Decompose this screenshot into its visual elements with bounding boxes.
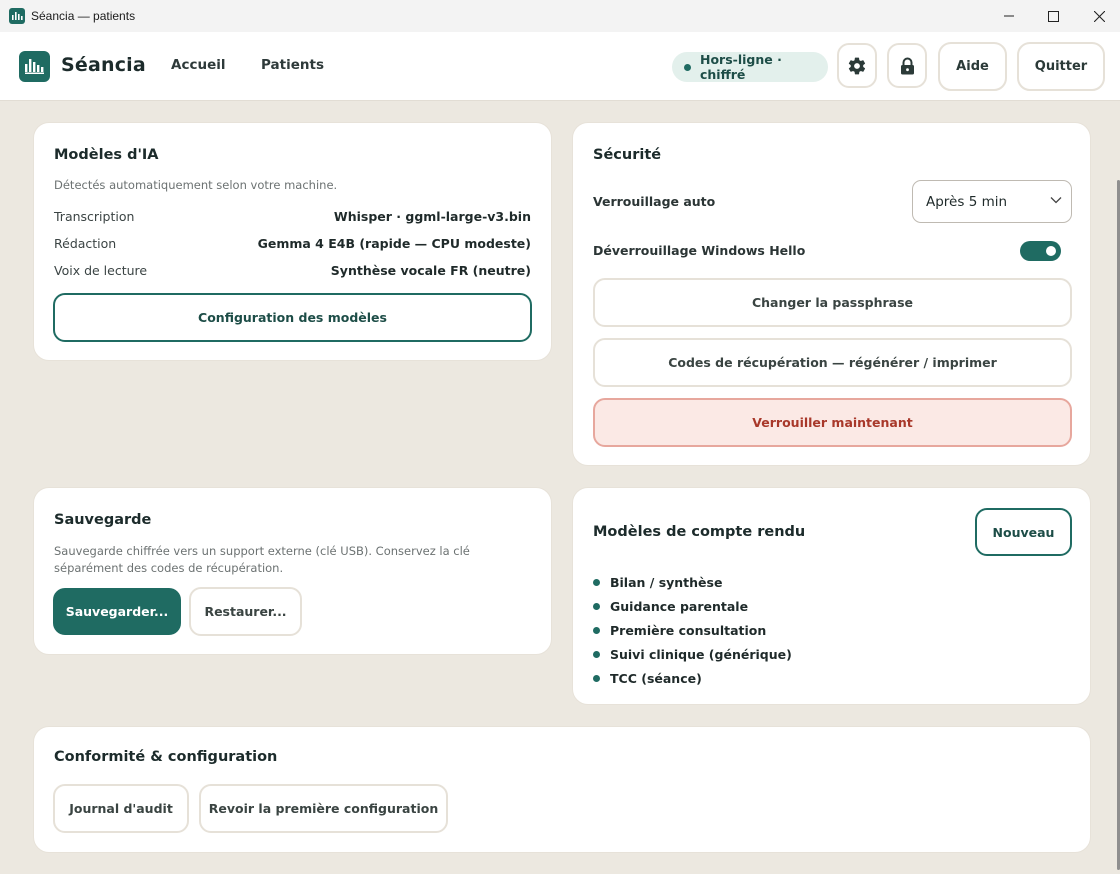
autolock-select[interactable]: Après 5 min xyxy=(912,180,1072,223)
template-item-label: TCC (séance) xyxy=(610,670,702,686)
ai-models-title: Modèles d'IA xyxy=(54,147,159,163)
minimize-icon xyxy=(1004,15,1014,17)
window-titlebar: Séancia — patients xyxy=(0,0,1120,32)
settings-button[interactable] xyxy=(837,43,877,88)
template-item[interactable]: TCC (séance) xyxy=(593,666,792,690)
template-item-label: Guidance parentale xyxy=(610,598,749,614)
help-button[interactable]: Aide xyxy=(938,42,1007,91)
status-dot xyxy=(684,63,691,71)
autolock-label: Verrouillage auto xyxy=(593,194,716,209)
bullet-icon xyxy=(593,626,600,634)
nav-patients[interactable]: Patients xyxy=(261,57,324,73)
template-item[interactable]: Première consultation xyxy=(593,618,792,642)
audit-log-button[interactable]: Journal d'audit xyxy=(53,784,189,833)
windows-hello-toggle[interactable] xyxy=(1020,241,1061,261)
compliance-card: Conformité & configuration Journal d'aud… xyxy=(33,726,1091,853)
backup-description: Sauvegarde chiffrée vers un support exte… xyxy=(54,544,470,575)
backup-save-button[interactable]: Sauvegarder... xyxy=(53,588,181,635)
change-passphrase-button[interactable]: Changer la passphrase xyxy=(593,278,1072,327)
bullet-icon xyxy=(593,602,600,610)
template-item[interactable]: Guidance parentale xyxy=(593,594,792,618)
bullet-icon xyxy=(593,650,600,658)
template-item[interactable]: Suivi clinique (générique) xyxy=(593,642,792,666)
lock-button[interactable] xyxy=(887,43,927,88)
model-row-value: Gemma 4 E4B (rapide — CPU modeste) xyxy=(257,236,531,251)
ai-models-subtitle: Détectés automatiquement selon votre mac… xyxy=(54,178,338,192)
autolock-value: Après 5 min xyxy=(926,193,1008,210)
nav-home[interactable]: Accueil xyxy=(171,57,225,73)
status-badge: Hors-ligne · chiffré xyxy=(672,52,828,82)
security-title: Sécurité xyxy=(593,147,662,163)
bullet-icon xyxy=(593,674,600,682)
toggle-knob xyxy=(1046,246,1056,256)
template-item-label: Suivi clinique (générique) xyxy=(610,646,792,662)
backup-restore-button[interactable]: Restaurer... xyxy=(189,587,302,636)
review-setup-button[interactable]: Revoir la première configuration xyxy=(199,784,448,833)
maximize-icon xyxy=(1047,10,1059,22)
close-window-button[interactable] xyxy=(1076,0,1120,32)
models-config-button[interactable]: Configuration des modèles xyxy=(53,293,532,342)
app-icon xyxy=(9,8,25,24)
close-icon xyxy=(1093,10,1105,22)
gear-icon xyxy=(848,57,866,74)
model-row-value: Whisper · ggml-large-v3.bin xyxy=(333,209,531,224)
lock-now-button[interactable]: Verrouiller maintenant xyxy=(593,398,1072,447)
security-card: Sécurité Verrouillage auto Après 5 min D… xyxy=(572,122,1091,466)
templates-card: Modèles de compte rendu Nouveau Bilan / … xyxy=(572,487,1091,705)
backup-card: Sauvegarde Sauvegarde chiffrée vers un s… xyxy=(33,487,552,655)
template-item-label: Bilan / synthèse xyxy=(610,574,723,590)
template-item-label: Première consultation xyxy=(610,622,767,638)
bullet-icon xyxy=(593,578,600,586)
chevron-down-icon xyxy=(1050,197,1062,204)
new-template-button[interactable]: Nouveau xyxy=(975,508,1072,556)
model-row-label: Voix de lecture xyxy=(54,263,148,278)
templates-title: Modèles de compte rendu xyxy=(593,524,806,540)
templates-list: Bilan / synthèse Guidance parentale Prem… xyxy=(593,570,792,690)
model-row-label: Rédaction xyxy=(54,236,117,251)
maximize-button[interactable] xyxy=(1030,0,1076,32)
template-item[interactable]: Bilan / synthèse xyxy=(593,570,792,594)
minimize-button[interactable] xyxy=(986,0,1032,32)
window-title: Séancia — patients xyxy=(31,9,136,23)
windows-hello-label: Déverrouillage Windows Hello xyxy=(593,243,806,258)
app-header: Séancia Accueil Patients Hors-ligne · ch… xyxy=(0,32,1120,101)
compliance-title: Conformité & configuration xyxy=(54,749,278,765)
lock-icon xyxy=(900,57,914,74)
model-row-value: Synthèse vocale FR (neutre) xyxy=(330,263,531,278)
ai-models-card: Modèles d'IA Détectés automatiquement se… xyxy=(33,122,552,361)
model-row-label: Transcription xyxy=(54,209,135,224)
backup-title: Sauvegarde xyxy=(54,512,152,528)
status-text: Hors-ligne · chiffré xyxy=(700,52,782,82)
recovery-codes-button[interactable]: Codes de récupération — régénérer / impr… xyxy=(593,338,1072,387)
quit-button[interactable]: Quitter xyxy=(1017,42,1105,91)
waveform-icon xyxy=(25,59,44,74)
logo xyxy=(19,51,50,82)
brand-name: Séancia xyxy=(61,54,146,76)
